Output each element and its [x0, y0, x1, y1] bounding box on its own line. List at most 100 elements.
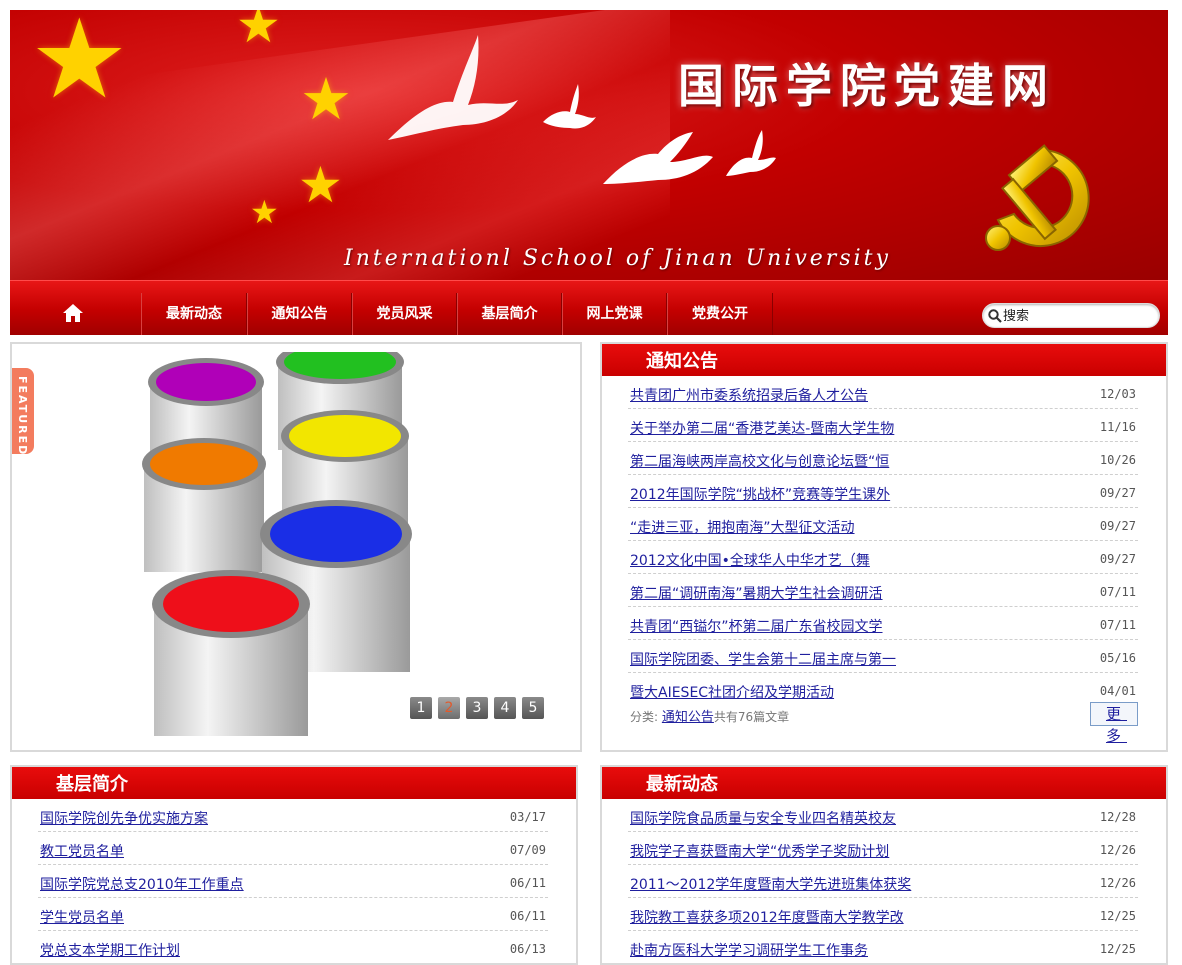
nav-item-grassroots[interactable]: 基层简介: [457, 293, 562, 335]
news-link[interactable]: “走进三亚，拥抱南海”大型征文活动: [630, 517, 855, 537]
slideshow-pager: 12345: [410, 697, 550, 719]
main-nav: 最新动态 通知公告 党员风采 基层简介 网上党课 党费公开: [10, 280, 1168, 335]
list-item: 共青团广州市委系统招录后备人才公告 12/03: [628, 376, 1138, 409]
list-item: 2012年国际学院“挑战杯”竞赛等学生课外 09/27: [628, 475, 1138, 508]
nav-item-online-course[interactable]: 网上党课: [562, 293, 667, 335]
news-date: 05/16: [1099, 651, 1136, 665]
article-count: 共有76篇文章: [713, 710, 790, 724]
news-date: 03/17: [509, 810, 546, 824]
news-link[interactable]: 党总支本学期工作计划: [40, 940, 180, 960]
nav-item-member-profiles[interactable]: 党员风采: [352, 293, 457, 335]
featured-tab-label: FEATURED: [16, 376, 29, 457]
list-item: 2011～2012学年度暨南大学先进班集体获奖 12/26: [628, 865, 1138, 898]
news-date: 12/28: [1099, 810, 1136, 824]
list-item: 学生党员名单 06/11: [38, 898, 548, 931]
list-item: 共青团“西镒尔”杯第二届广东省校园文学 07/11: [628, 607, 1138, 640]
news-link[interactable]: 教工党员名单: [40, 841, 124, 861]
list-item: 2012文化中国•全球华人中华才艺（舞 09/27: [628, 541, 1138, 574]
panel-title: 基层简介: [56, 774, 128, 795]
news-link[interactable]: 国际学院食品质量与安全专业四名精英校友: [630, 808, 896, 828]
list-item: “走进三亚，拥抱南海”大型征文活动 09/27: [628, 508, 1138, 541]
dove-icon: [603, 132, 713, 184]
nav-item-latest-news[interactable]: 最新动态: [141, 293, 247, 335]
dove-icon: [543, 84, 596, 129]
news-link[interactable]: 暨大AIESEC社团介绍及学期活动: [630, 682, 834, 702]
news-date: 07/11: [1099, 618, 1136, 632]
pager-button-1[interactable]: 1: [410, 697, 432, 719]
news-date: 04/01: [1099, 684, 1136, 698]
site-subtitle: Internationl School of Jinan University: [344, 246, 891, 271]
notices-panel: 通知公告 共青团广州市委系统招录后备人才公告 12/03 关于举办第二届“香港艺美…: [600, 342, 1168, 752]
news-link[interactable]: 学生党员名单: [40, 907, 124, 927]
news-link[interactable]: 第二届海峡两岸高校文化与创意论坛暨“恒: [630, 451, 889, 471]
news-link[interactable]: 2011～2012学年度暨南大学先进班集体获奖: [630, 874, 911, 894]
news-date: 06/11: [509, 909, 546, 923]
news-link[interactable]: 国际学院团委、学生会第十二届主席与第一: [630, 649, 896, 669]
news-link[interactable]: 关于举办第二届“香港艺美达-暨南大学生物: [630, 418, 894, 438]
grassroots-list: 国际学院创先争优实施方案 03/17 教工党员名单 07/09 国际学院党总支201…: [38, 799, 548, 963]
news-link[interactable]: 共青团“西镒尔”杯第二届广东省校园文学: [630, 616, 883, 636]
star-icon: ★: [236, 10, 281, 54]
category-label: 分类:: [630, 710, 659, 724]
list-item: 第二届“调研南海”暑期大学生社会调研活 07/11: [628, 574, 1138, 607]
news-link[interactable]: 国际学院创先争优实施方案: [40, 808, 208, 828]
news-date: 09/27: [1099, 486, 1136, 500]
more-button[interactable]: 更多: [1090, 702, 1138, 745]
list-item: 我院教工喜获多项2012年度暨南大学教学改 12/25: [628, 898, 1138, 931]
list-item: 国际学院团委、学生会第十二届主席与第一 05/16: [628, 640, 1138, 673]
news-link[interactable]: 共青团广州市委系统招录后备人才公告: [630, 385, 868, 405]
news-link[interactable]: 赴南方医科大学学习调研学生工作事务: [630, 940, 868, 960]
list-item: 国际学院创先争优实施方案 03/17: [38, 799, 548, 832]
pager-button-4[interactable]: 4: [494, 697, 516, 719]
news-link[interactable]: 第二届“调研南海”暑期大学生社会调研活: [630, 583, 883, 603]
header-banner: ★ ★ ★ ★ ★ 国际学院党建网 Internationl School of…: [10, 10, 1168, 280]
news-date: 11/16: [1099, 420, 1136, 434]
news-date: 07/09: [509, 843, 546, 857]
news-date: 07/11: [1099, 585, 1136, 599]
home-icon[interactable]: [62, 303, 84, 323]
news-date: 06/11: [509, 876, 546, 890]
news-link[interactable]: 国际学院党总支2010年工作重点: [40, 874, 244, 894]
search-icon[interactable]: [988, 309, 1002, 323]
latest-news-panel: 最新动态 国际学院食品质量与安全专业四名精英校友 12/28 我院学子喜获暨南大学…: [600, 765, 1168, 965]
list-item: 赴南方医科大学学习调研学生工作事务 12/25: [628, 931, 1138, 963]
list-item: 国际学院党总支2010年工作重点 06/11: [38, 865, 548, 898]
hammer-sickle-icon: [985, 144, 1090, 251]
list-item: 第二届海峡两岸高校文化与创意论坛暨“恒 10/26: [628, 442, 1138, 475]
news-date: 12/25: [1099, 909, 1136, 923]
featured-tab: FEATURED: [12, 368, 34, 457]
nav-item-notices[interactable]: 通知公告: [247, 293, 352, 335]
news-date: 12/25: [1099, 942, 1136, 956]
news-link[interactable]: 2012年国际学院“挑战杯”竞赛等学生课外: [630, 484, 890, 504]
panel-footer: 分类: 通知公告共有76篇文章: [630, 706, 789, 725]
panel-title: 通知公告: [646, 351, 718, 372]
star-icon: ★: [30, 10, 129, 123]
star-icon: ★: [250, 193, 279, 231]
news-date: 12/26: [1099, 843, 1136, 857]
site-title: 国际学院党建网: [678, 59, 1056, 113]
paint-cans-image[interactable]: [140, 352, 440, 738]
grassroots-panel: 基层简介 国际学院创先争优实施方案 03/17 教工党员名单 07/09 国际学院党…: [10, 765, 578, 965]
search-input[interactable]: [1003, 306, 1153, 326]
news-link[interactable]: 我院教工喜获多项2012年度暨南大学教学改: [630, 907, 904, 927]
search-box: [982, 303, 1160, 328]
list-item: 国际学院食品质量与安全专业四名精英校友 12/28: [628, 799, 1138, 832]
panel-header: 基层简介: [12, 767, 576, 799]
pager-button-3[interactable]: 3: [466, 697, 488, 719]
list-item: 暨大AIESEC社团介绍及学期活动 04/01: [628, 673, 1138, 706]
pager-button-5[interactable]: 5: [522, 697, 544, 719]
pager-button-2[interactable]: 2: [438, 697, 460, 719]
news-date: 12/26: [1099, 876, 1136, 890]
news-date: 06/13: [509, 942, 546, 956]
category-link[interactable]: 通知公告: [662, 710, 714, 725]
news-date: 09/27: [1099, 519, 1136, 533]
star-icon: ★: [300, 65, 352, 133]
news-date: 10/26: [1099, 453, 1136, 467]
news-link[interactable]: 我院学子喜获暨南大学“优秀学子奖励计划: [630, 841, 889, 861]
news-link[interactable]: 2012文化中国•全球华人中华才艺（舞: [630, 550, 870, 570]
latest-news-list: 国际学院食品质量与安全专业四名精英校友 12/28 我院学子喜获暨南大学“优秀学子…: [628, 799, 1138, 963]
list-item: 教工党员名单 07/09: [38, 832, 548, 865]
panel-header: 最新动态: [602, 767, 1166, 799]
nav-item-dues[interactable]: 党费公开: [667, 293, 773, 335]
list-item: 关于举办第二届“香港艺美达-暨南大学生物 11/16: [628, 409, 1138, 442]
